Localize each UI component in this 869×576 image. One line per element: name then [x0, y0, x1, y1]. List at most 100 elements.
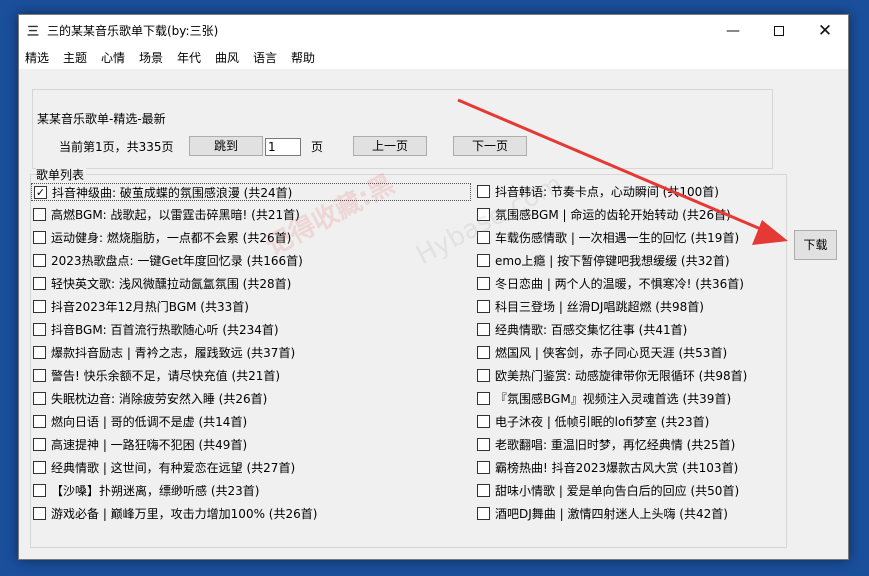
playlist-item-label: 霸榜热曲! 抖音2023爆款古风大赏 (共103首) [495, 461, 739, 475]
page-unit-label: 页 [311, 140, 324, 154]
playlist-item[interactable]: 燃向日语 | 哥的低调不是虚 (共14首) [31, 413, 471, 431]
playlist-item[interactable]: 氛围感BGM | 命运的齿轮开始转动 (共26首) [475, 206, 765, 224]
menu-bar: 精选 主题 心情 场景 年代 曲风 语言 帮助 [19, 47, 848, 69]
playlist-item-label: 甜味小情歌 | 爱是单向告白后的回应 (共50首) [495, 484, 740, 498]
playlist-item-label: 电子沐夜 | 低帧引眠的lofi梦室 (共23首) [495, 415, 710, 429]
menu-changjing[interactable]: 场景 [139, 50, 163, 66]
menu-qufeng[interactable]: 曲风 [215, 50, 239, 66]
playlist-item-label: 老歌翻唱: 重温旧时梦，再忆经典情 (共25首) [495, 438, 736, 452]
prev-page-button[interactable]: 上一页 [353, 136, 427, 156]
playlist-item-label: 经典情歌: 百感交集忆往事 (共41首) [495, 323, 688, 337]
playlist-item[interactable]: 『氛围感BGM』视频注入灵魂首选 (共39首) [475, 390, 765, 408]
playlist-item[interactable]: 冬日恋曲 | 两个人的温暖，不惧寒冷! (共36首) [475, 275, 765, 293]
header-group [32, 89, 773, 169]
playlist-checkbox[interactable] [477, 369, 490, 382]
playlist-item[interactable]: 酒吧DJ舞曲 | 激情四射迷人上头嗨 (共42首) [475, 505, 765, 523]
playlist-item[interactable]: 老歌翻唱: 重温旧时梦，再忆经典情 (共25首) [475, 436, 765, 454]
playlist-checkbox[interactable] [33, 254, 46, 267]
playlist-checkbox[interactable] [477, 323, 490, 336]
playlist-checkbox[interactable] [33, 277, 46, 290]
playlist-checkbox[interactable] [477, 438, 490, 451]
playlist-checkbox[interactable] [477, 484, 490, 497]
playlist-item[interactable]: 高燃BGM: 战歌起，以雷霆击碎黑暗! (共21首) [31, 206, 471, 224]
playlist-item[interactable]: 爆款抖音励志 | 青衿之志，履践致远 (共37首) [31, 344, 471, 362]
playlist-item[interactable]: 经典情歌: 百感交集忆往事 (共41首) [475, 321, 765, 339]
playlist-item-label: 警告! 快乐余额不足，请尽快充值 (共21首) [51, 369, 281, 383]
playlist-item[interactable]: 车载伤感情歌 | 一次相遇一生的回忆 (共19首) [475, 229, 765, 247]
playlist-item-label: 爆款抖音励志 | 青衿之志，履践致远 (共37首) [51, 346, 296, 360]
playlist-checkbox[interactable] [33, 346, 46, 359]
page-input[interactable]: 1 [265, 138, 301, 156]
playlist-checkbox[interactable] [477, 300, 490, 313]
minimize-button[interactable]: — [710, 15, 756, 47]
playlist-item[interactable]: 科目三登场 | 丝滑DJ唱跳超燃 (共98首) [475, 298, 765, 316]
playlist-checkbox[interactable] [33, 484, 46, 497]
playlist-checkbox[interactable] [477, 507, 490, 520]
menu-zhuti[interactable]: 主题 [63, 50, 87, 66]
playlist-item[interactable]: 电子沐夜 | 低帧引眠的lofi梦室 (共23首) [475, 413, 765, 431]
playlist-item-label: 失眠枕边音: 消除疲劳安然入睡 (共26首) [51, 392, 268, 406]
playlist-checkbox[interactable] [477, 392, 490, 405]
playlist-item[interactable]: 游戏必备 | 巅峰万里，攻击力增加100% (共26首) [31, 505, 471, 523]
playlist-checkbox[interactable] [477, 208, 490, 221]
playlist-item[interactable]: 高速提神 | 一路狂嗨不犯困 (共49首) [31, 436, 471, 454]
download-button[interactable]: 下载 [794, 230, 837, 260]
playlist-checkbox[interactable] [33, 392, 46, 405]
playlist-checkbox[interactable] [477, 346, 490, 359]
playlist-checkbox[interactable] [477, 185, 490, 198]
playlist-item[interactable]: 抖音BGM: 百首流行热歌随心听 (共234首) [31, 321, 471, 339]
playlist-checkbox[interactable] [33, 507, 46, 520]
playlist-checkbox[interactable] [33, 323, 46, 336]
playlist-checkbox[interactable] [33, 438, 46, 451]
playlist-checkbox[interactable] [33, 461, 46, 474]
jump-button[interactable]: 跳到 [189, 136, 263, 156]
playlist-item[interactable]: emo上瘾 | 按下暂停键吧我想缓缓 (共32首) [475, 252, 765, 270]
playlist-checkbox[interactable] [477, 461, 490, 474]
menu-bangzhu[interactable]: 帮助 [291, 50, 315, 66]
playlist-item[interactable]: 轻快英文歌: 浅风微醺拉动氤氲氛围 (共28首) [31, 275, 471, 293]
playlist-item[interactable]: 甜味小情歌 | 爱是单向告白后的回应 (共50首) [475, 482, 765, 500]
playlist-item[interactable]: 霸榜热曲! 抖音2023爆款古风大赏 (共103首) [475, 459, 765, 477]
playlist-item-label: 高速提神 | 一路狂嗨不犯困 (共49首) [51, 438, 248, 452]
playlist-item-label: 燃向日语 | 哥的低调不是虚 (共14首) [51, 415, 248, 429]
maximize-icon [774, 26, 784, 36]
playlist-item[interactable]: 燃国风 | 侠客剑，赤子同心觅天涯 (共53首) [475, 344, 765, 362]
playlist-item[interactable]: 警告! 快乐余额不足，请尽快充值 (共21首) [31, 367, 471, 385]
menu-niandai[interactable]: 年代 [177, 50, 201, 66]
playlist-checkbox[interactable] [477, 231, 490, 244]
close-button[interactable]: ✕ [802, 15, 848, 47]
app-window: 三 三的某某音乐歌单下载(by:三张) — ✕ 精选 主题 心情 场景 年代 曲… [18, 14, 849, 560]
playlist-checkbox[interactable] [477, 254, 490, 267]
playlist-item[interactable]: 失眠枕边音: 消除疲劳安然入睡 (共26首) [31, 390, 471, 408]
playlist-item[interactable]: 欧美热门鉴赏: 动感旋律带你无限循环 (共98首) [475, 367, 765, 385]
next-page-button[interactable]: 下一页 [453, 136, 527, 156]
playlist-item-label: 2023热歌盘点: 一键Get年度回忆录 (共166首) [51, 254, 303, 268]
menu-yuyan[interactable]: 语言 [253, 50, 277, 66]
playlist-checkbox[interactable] [33, 369, 46, 382]
playlist-item[interactable]: 抖音韩语: 节奏卡点，心动瞬间 (共100首) [475, 183, 765, 201]
list-title: 歌单列表 [36, 167, 87, 183]
playlist-checkbox[interactable]: ✓ [34, 186, 47, 199]
playlist-item[interactable]: 经典情歌 | 这世间，有种爱恋在远望 (共27首) [31, 459, 471, 477]
playlist-item-label: 抖音2023年12月热门BGM (共33首) [51, 300, 249, 314]
playlist-item[interactable]: 【沙嗓】扑朔迷离，缥缈听感 (共23首) [31, 482, 471, 500]
playlist-checkbox[interactable] [33, 415, 46, 428]
playlist-checkbox[interactable] [33, 231, 46, 244]
maximize-button[interactable] [756, 15, 802, 47]
playlist-checkbox[interactable] [477, 277, 490, 290]
playlist-item[interactable]: 抖音2023年12月热门BGM (共33首) [31, 298, 471, 316]
playlist-checkbox[interactable] [33, 300, 46, 313]
menu-xinqing[interactable]: 心情 [101, 50, 125, 66]
menu-jingxuan[interactable]: 精选 [25, 50, 49, 66]
playlist-item-label: 高燃BGM: 战歌起，以雷霆击碎黑暗! (共21首) [51, 208, 300, 222]
playlist-item-label: 科目三登场 | 丝滑DJ唱跳超燃 (共98首) [495, 300, 704, 314]
playlist-item-label: 抖音韩语: 节奏卡点，心动瞬间 (共100首) [495, 185, 719, 199]
playlist-item-label: 【沙嗓】扑朔迷离，缥缈听感 (共23首) [51, 484, 260, 498]
playlist-checkbox[interactable] [33, 208, 46, 221]
playlist-item-label: 抖音BGM: 百首流行热歌随心听 (共234首) [51, 323, 279, 337]
playlist-item[interactable]: ✓ 抖音神级曲: 破茧成蝶的氛围感浪漫 (共24首) [31, 183, 471, 201]
playlist-item-label: 抖音神级曲: 破茧成蝶的氛围感浪漫 (共24首) [52, 186, 293, 200]
playlist-checkbox[interactable] [477, 415, 490, 428]
playlist-item[interactable]: 2023热歌盘点: 一键Get年度回忆录 (共166首) [31, 252, 471, 270]
playlist-item[interactable]: 运动健身: 燃烧脂肪，一点都不会累 (共26首) [31, 229, 471, 247]
